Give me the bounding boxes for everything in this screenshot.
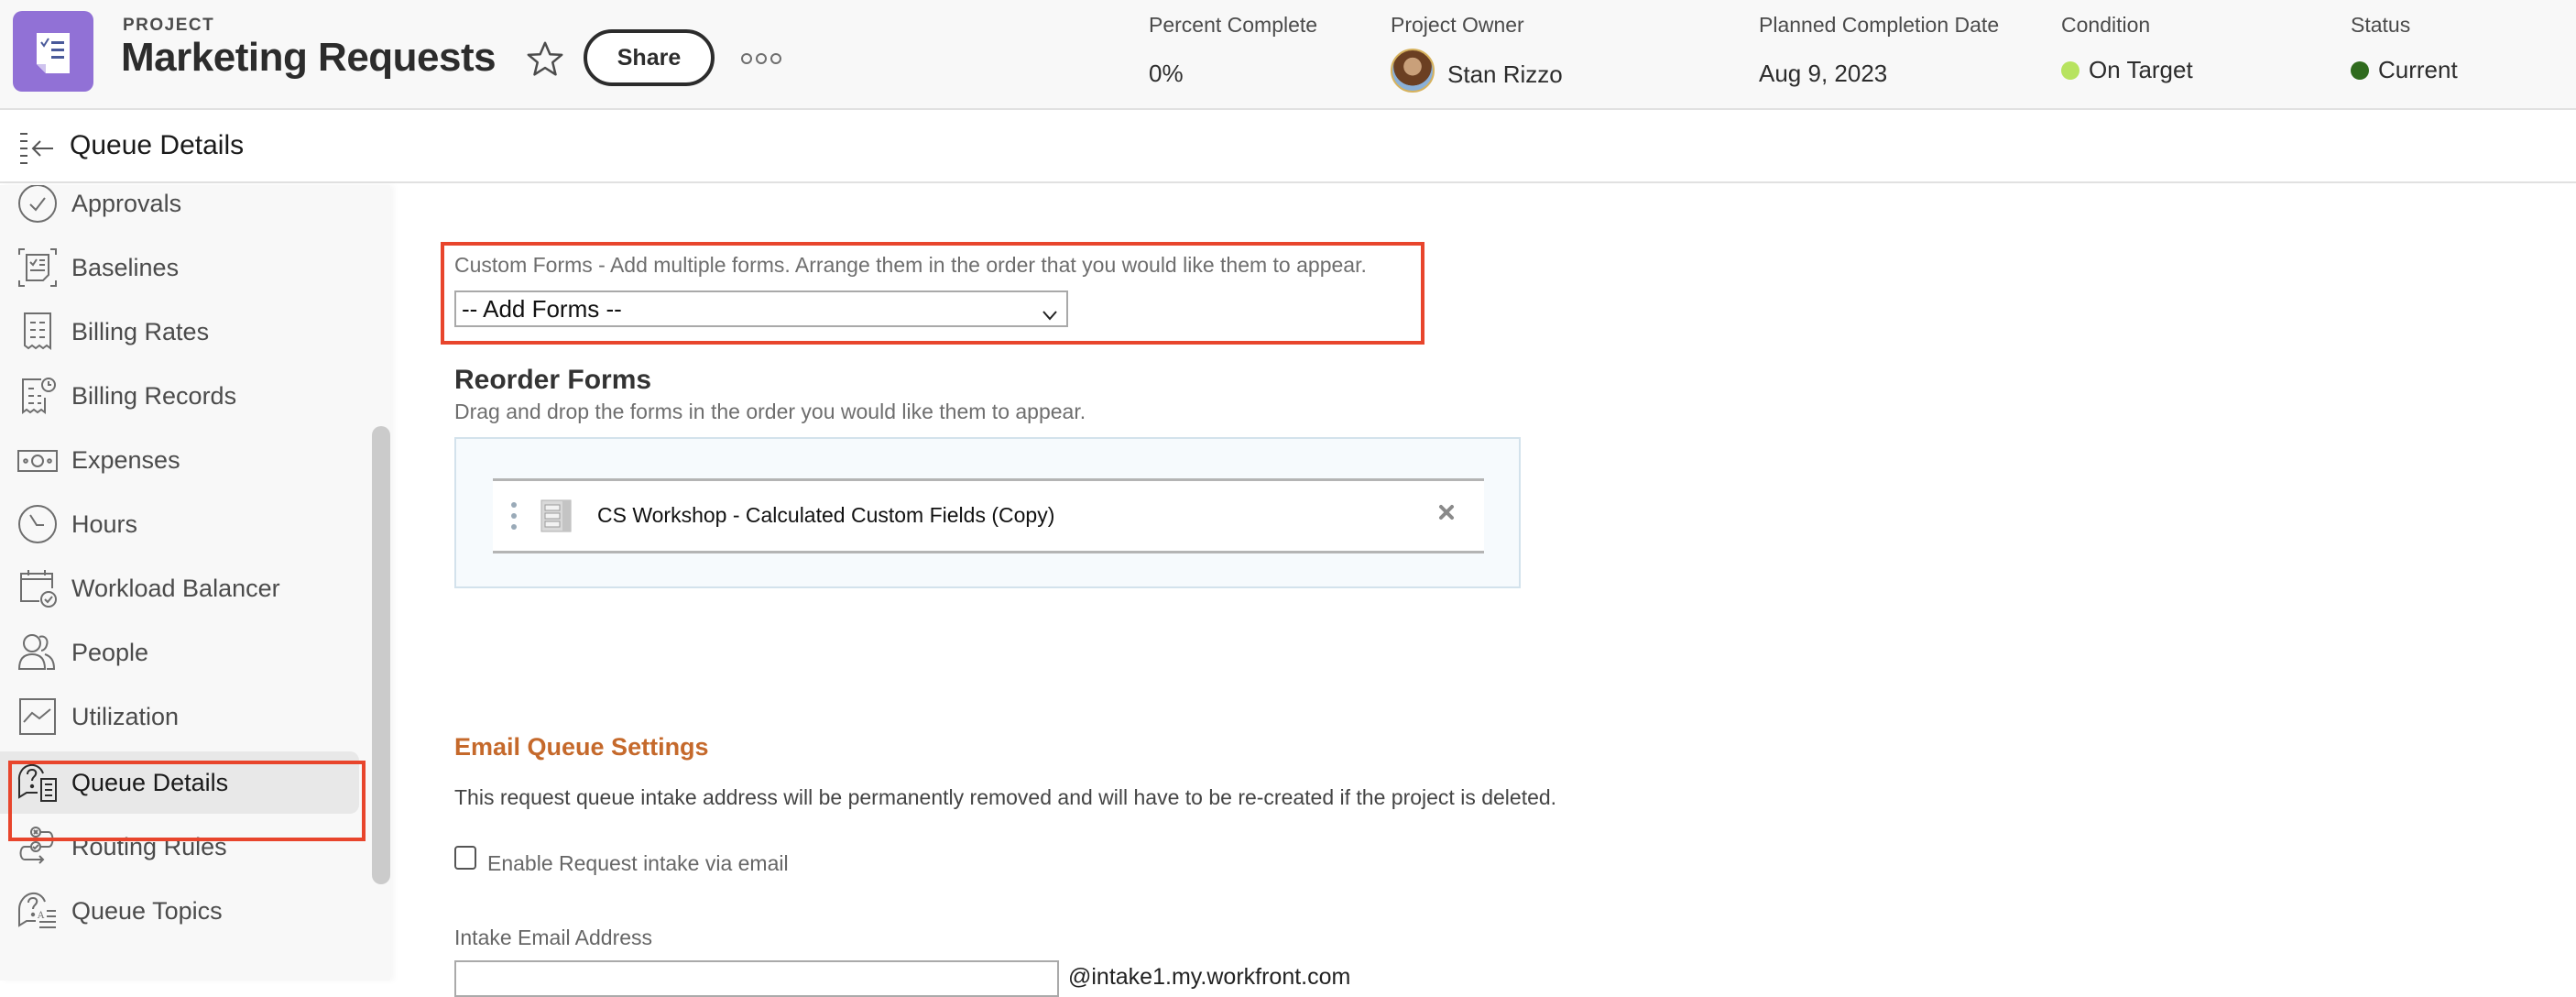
- approval-check-icon: [16, 185, 59, 225]
- add-forms-select-value: -- Add Forms --: [462, 295, 622, 323]
- sidebar-item-label: Queue Details: [71, 768, 229, 796]
- email-queue-description: This request queue intake address will b…: [454, 785, 1557, 809]
- sidebar-item-routing-rules[interactable]: Routing Rules: [0, 816, 359, 878]
- page-title: Queue Details: [70, 130, 245, 160]
- sidebar-item-queue-topics[interactable]: A Queue Topics: [0, 880, 359, 942]
- receipt-icon: [16, 311, 59, 353]
- reorder-forms-title: Reorder Forms: [454, 365, 652, 395]
- people-icon: [16, 631, 59, 674]
- receipt-clock-icon: [16, 375, 59, 417]
- favorite-star-icon[interactable]: [524, 38, 566, 81]
- chevron-down-icon: [1041, 300, 1059, 333]
- enable-email-intake-label[interactable]: Enable Request intake via email: [487, 851, 789, 876]
- planned-completion-label: Planned Completion Date: [1759, 13, 2000, 37]
- remove-form-close-icon[interactable]: [1433, 498, 1460, 526]
- intake-email-label: Intake Email Address: [454, 926, 653, 949]
- sidebar-item-label: Approvals: [71, 189, 182, 217]
- email-queue-settings-title: Email Queue Settings: [454, 733, 709, 761]
- sidebar-scrollbar[interactable]: [372, 426, 390, 884]
- drag-handle-icon[interactable]: [509, 499, 518, 532]
- owner-avatar[interactable]: [1391, 49, 1435, 93]
- condition-value[interactable]: On Target: [2089, 56, 2193, 84]
- form-list-item[interactable]: CS Workshop - Calculated Custom Fields (…: [493, 478, 1484, 553]
- project-kicker: PROJECT: [123, 16, 215, 35]
- condition-label: Condition: [2061, 13, 2151, 37]
- sidebar-item-label: Billing Records: [71, 381, 237, 410]
- sidebar-item-expenses[interactable]: Expenses: [0, 429, 359, 491]
- queue-topics-icon: A: [16, 890, 59, 932]
- share-button[interactable]: Share: [584, 29, 715, 86]
- project-owner-field: Project Owner Stan Rizzo: [1391, 13, 1563, 93]
- sidebar-item-label: Queue Topics: [71, 896, 223, 925]
- sidebar-item-people[interactable]: People: [0, 621, 359, 684]
- project-header: PROJECT Marketing Requests Share Percent…: [0, 0, 2576, 110]
- page-subheader: Queue Details: [0, 110, 2576, 183]
- collapse-sidebar-icon[interactable]: [18, 130, 57, 167]
- planned-completion-field: Planned Completion Date Aug 9, 2023: [1759, 13, 1999, 88]
- sidebar-item-queue-details[interactable]: Queue Details: [0, 751, 359, 814]
- sidebar-item-label: Routing Rules: [71, 832, 227, 860]
- sidebar-item-label: Utilization: [71, 702, 180, 730]
- add-forms-select[interactable]: -- Add Forms --: [454, 290, 1068, 327]
- sidebar: Approvals Baselines Billing Rates Billin…: [0, 185, 390, 981]
- svg-text:A: A: [37, 911, 45, 921]
- custom-forms-description: Custom Forms - Add multiple forms. Arran…: [454, 253, 1367, 277]
- sidebar-item-approvals[interactable]: Approvals: [0, 185, 359, 235]
- project-icon: [13, 11, 93, 92]
- status-field: Status Current: [2351, 13, 2458, 84]
- sidebar-item-billing-records[interactable]: Billing Records: [0, 365, 359, 427]
- routing-rules-icon: [16, 826, 59, 868]
- clock-icon: [16, 503, 59, 545]
- sidebar-item-label: Workload Balancer: [71, 574, 280, 602]
- sidebar-item-label: Billing Rates: [71, 317, 210, 345]
- sidebar-item-baselines[interactable]: Baselines: [0, 236, 359, 299]
- queue-details-icon: [16, 761, 59, 804]
- sidebar-item-workload-balancer[interactable]: Workload Balancer: [0, 557, 359, 619]
- intake-email-domain: @intake1.my.workfront.com: [1068, 964, 1351, 990]
- status-label: Status: [2351, 13, 2411, 37]
- condition-field: Condition On Target: [2061, 13, 2193, 84]
- money-icon: [16, 439, 59, 481]
- chart-line-icon: [16, 696, 59, 738]
- percent-complete-label: Percent Complete: [1149, 13, 1318, 37]
- percent-complete-value: 0%: [1149, 60, 1184, 87]
- more-options-icon[interactable]: [738, 48, 784, 70]
- status-value[interactable]: Current: [2378, 56, 2458, 84]
- baseline-icon: [16, 247, 59, 289]
- status-dot-icon: [2351, 60, 2369, 80]
- sidebar-item-billing-rates[interactable]: Billing Rates: [0, 301, 359, 363]
- project-owner-value[interactable]: Stan Rizzo: [1447, 60, 1563, 89]
- calendar-check-icon: [16, 567, 59, 609]
- intake-email-input[interactable]: [454, 960, 1059, 997]
- percent-complete-field: Percent Complete 0%: [1149, 13, 1317, 88]
- enable-email-intake-checkbox[interactable]: [454, 846, 476, 870]
- sidebar-item-utilization[interactable]: Utilization: [0, 685, 359, 748]
- condition-dot-icon: [2061, 60, 2079, 80]
- sidebar-item-hours[interactable]: Hours: [0, 493, 359, 555]
- project-title: Marketing Requests: [121, 35, 497, 80]
- custom-form-icon: [540, 499, 572, 532]
- planned-completion-value: Aug 9, 2023: [1759, 60, 1888, 87]
- project-owner-label: Project Owner: [1391, 13, 1524, 37]
- reorder-forms-description: Drag and drop the forms in the order you…: [454, 400, 1086, 423]
- sidebar-item-label: Hours: [71, 509, 138, 538]
- form-name: CS Workshop - Calculated Custom Fields (…: [597, 503, 1055, 527]
- reorder-forms-dropzone: CS Workshop - Calculated Custom Fields (…: [454, 437, 1521, 588]
- sidebar-item-label: People: [71, 638, 149, 666]
- sidebar-item-label: Baselines: [71, 253, 180, 281]
- sidebar-item-label: Expenses: [71, 445, 180, 474]
